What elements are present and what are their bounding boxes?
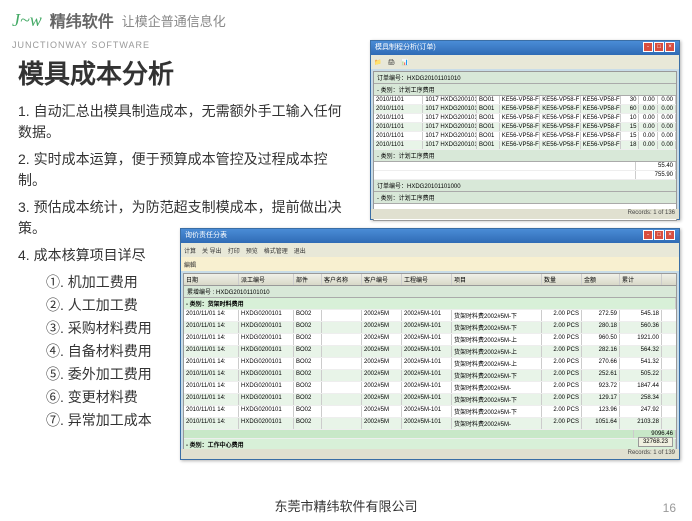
- app-window-1: 模具制程分析(订单) -□× 📁 🖨 📊 订单编号：HXDG20101101010 …: [370, 40, 680, 220]
- table-row[interactable]: 2010/11011017 HXDG200101BO01KE56-VP58-FK…: [374, 123, 676, 132]
- maximize-icon[interactable]: □: [654, 42, 664, 52]
- minimize-icon[interactable]: -: [643, 42, 653, 52]
- filter-label: 編輯: [184, 260, 196, 269]
- footer: 东莞市精纬软件有限公司: [0, 496, 692, 515]
- toolbar-btn[interactable]: 关 导出: [202, 246, 222, 255]
- toolbar-btn[interactable]: 📊: [401, 59, 408, 66]
- total-row: 755.90: [374, 171, 676, 180]
- table-row[interactable]: 2010/11/01 14:HXDG0200101BO022002#5M2002…: [184, 322, 676, 334]
- group-row: - 类别：货架时料费用: [184, 298, 676, 310]
- titlebar-1: 模具制程分析(订单) -□×: [371, 41, 679, 55]
- total-row: 55.40: [374, 162, 676, 171]
- header: J~w 精纬软件 让模企普通信息化: [0, 0, 692, 40]
- order3-label: 订单编号：HXDG20101101000: [374, 180, 676, 192]
- tagline: 让模企普通信息化: [122, 11, 226, 30]
- toolbar-btn[interactable]: 📁: [374, 59, 381, 66]
- minimize-icon[interactable]: -: [643, 230, 653, 240]
- table-row[interactable]: 2010/11/01 14:HXDG0200101BO022002#5M2002…: [184, 310, 676, 322]
- table-row[interactable]: 2010/11011017 HXDG200101BO01KE56-VP58-FK…: [374, 96, 676, 105]
- table-row[interactable]: 2010/11/01 14:HXDG0200101BO022002#5M2002…: [184, 346, 676, 358]
- filter-bar: 編輯: [181, 257, 679, 271]
- toolbar-btn[interactable]: 计算: [184, 246, 196, 255]
- table-row[interactable]: 2010/11/01 14:HXDG0200101BO022002#5M2002…: [184, 418, 676, 430]
- order-label: 订单编号：HXDG20101101010: [374, 72, 676, 84]
- table-row[interactable]: 2010/11/01 14:HXDG0200101BO022002#5M2002…: [184, 406, 676, 418]
- app-window-2: 询价责任分表 -□× 计算 关 导出 打印 预览 格式管理 退出 編輯 日期派工…: [180, 228, 680, 460]
- point-1: 1. 自动汇总出模具制造成本，无需额外手工输入任何数据。: [18, 101, 348, 143]
- grid-1: 订单编号：HXDG20101101010 - 类别：计划工序费用 2010/11…: [373, 71, 677, 221]
- table-row[interactable]: 2010/11/01 14:HXDG0200101BO022002#5M2002…: [184, 370, 676, 382]
- table-row[interactable]: 2010/11011017 HXDG200101BO01KE56-VP58-FK…: [374, 141, 676, 150]
- table-row[interactable]: 2010/11/01 14:HXDG0200101BO022002#5M2002…: [184, 394, 676, 406]
- toolbar-btn[interactable]: 预览: [246, 246, 258, 255]
- group-label: - 类别：计划工序费用: [374, 84, 676, 96]
- point-2: 2. 实时成本运算，便于预算成本管控及过程成本控制。: [18, 149, 348, 191]
- toolbar-1: 📁 🖨 📊: [371, 55, 679, 69]
- grand-total: 32768.23: [638, 437, 673, 447]
- close-icon[interactable]: ×: [665, 230, 675, 240]
- close-icon[interactable]: ×: [665, 42, 675, 52]
- order-label-2: 累增编号 : HXDG20101101010: [184, 286, 676, 298]
- toolbar-btn[interactable]: 🖨: [387, 59, 395, 66]
- titlebar-2: 询价责任分表 -□×: [181, 229, 679, 243]
- table-row[interactable]: 2010/11/01 14:HXDG0200101BO022002#5M2002…: [184, 358, 676, 370]
- maximize-icon[interactable]: □: [654, 230, 664, 240]
- subtotal-row: 9096.46: [184, 430, 676, 439]
- window-controls: -□×: [642, 42, 675, 54]
- grid-2: 日期派工编号部件客户名称客户编号工程编号项目数量金额累计 累增编号 : HXDG…: [183, 273, 677, 459]
- group3-label: - 类别：计划工序费用: [374, 192, 676, 204]
- toolbar-btn[interactable]: 格式管理: [264, 246, 288, 255]
- page-number: 16: [663, 501, 676, 515]
- window-title-1: 模具制程分析(订单): [375, 42, 436, 54]
- table-row[interactable]: 2010/11011017 HXDG200101BO01KE56-VP58-FK…: [374, 132, 676, 141]
- table-row[interactable]: 2010/11/01 14:HXDG0200101BO022002#5M2002…: [184, 334, 676, 346]
- window-title-2: 询价责任分表: [185, 230, 227, 242]
- table-row[interactable]: 2010/11011017 HXDG200101BO01KE56-VP58-FK…: [374, 114, 676, 123]
- grid-header: 日期派工编号部件客户名称客户编号工程编号项目数量金额累计: [184, 274, 676, 286]
- group2-label: - 类别：计划工序费用: [374, 150, 676, 162]
- statusbar-2: Records: 1 of 139: [181, 449, 679, 459]
- statusbar-1: Records: 1 of 136: [371, 209, 679, 219]
- table-row[interactable]: 2010/11011017 HXDG200101BO01KE56-VP58-FK…: [374, 105, 676, 114]
- logo: J~w: [12, 10, 42, 31]
- window-controls: -□×: [642, 230, 675, 242]
- toolbar-2: 计算 关 导出 打印 预览 格式管理 退出: [181, 243, 679, 257]
- toolbar-btn[interactable]: 打印: [228, 246, 240, 255]
- table-row[interactable]: 2010/11/01 14:HXDG0200101BO022002#5M2002…: [184, 382, 676, 394]
- toolbar-btn[interactable]: 退出: [294, 246, 306, 255]
- brand-name: 精纬软件: [50, 8, 114, 32]
